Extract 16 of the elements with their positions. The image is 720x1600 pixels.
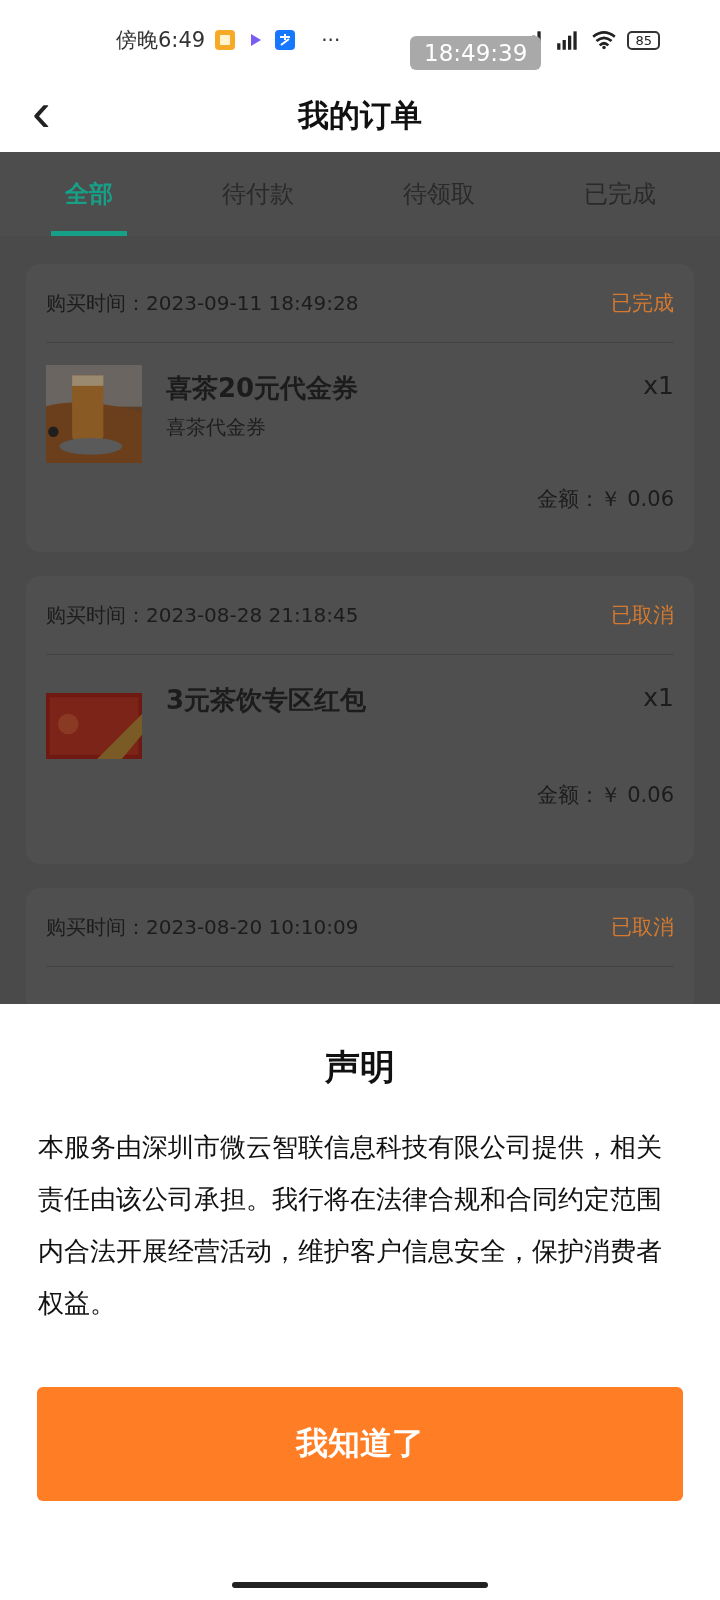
notes-app-icon	[215, 30, 236, 50]
more-notifications: ···	[321, 28, 341, 52]
order-status: 已取消	[611, 914, 674, 941]
dialog-text: 本服务由深圳市微云智联信息科技有限公司提供，相关责任由该公司承担。我行将在法律合规和合同约定范围内合法开展经营活动，维护客户信息安全，保护消费者权益。	[38, 1131, 663, 1320]
back-button[interactable]: ‹	[26, 82, 57, 142]
tab[interactable]: 全部	[50, 152, 127, 236]
battery-level: 85	[627, 30, 660, 50]
order-status: 已完成	[611, 290, 674, 317]
page-title: 我的订单	[298, 96, 422, 135]
status-time: 傍晚6:49	[116, 27, 206, 54]
acknowledge-button[interactable]: 我知道了	[37, 1387, 683, 1501]
clock-overlay: 18:49:39	[410, 36, 542, 70]
wifi-icon	[591, 30, 618, 50]
order-status: 已取消	[611, 602, 674, 629]
dialog-title: 声明	[325, 1046, 395, 1089]
payment-app-icon	[275, 30, 296, 50]
